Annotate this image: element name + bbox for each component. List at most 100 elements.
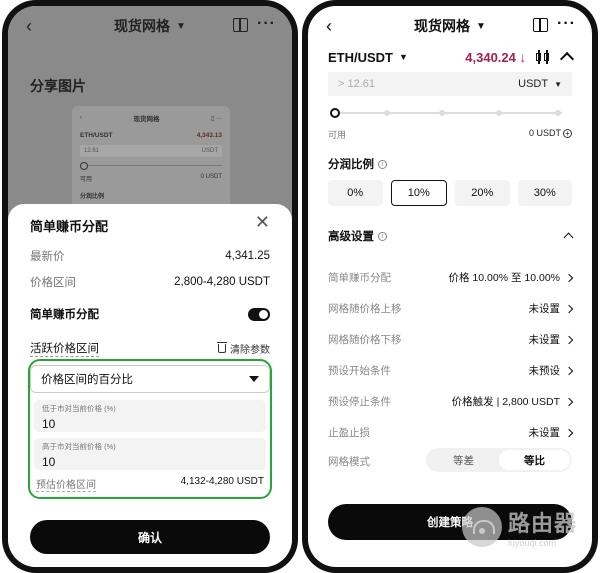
left-screen: ‹ 现货网格 ▼ ··· 分享图片 ‹ 现货网格 ▯ ··· ETH/USDT … — [8, 6, 292, 567]
unit-text: USDT — [518, 78, 549, 90]
lower-percent-label: 低于市对当前价格 (%) — [42, 404, 116, 413]
ratio-option[interactable]: 0% — [328, 180, 383, 206]
advanced-title: 高级设置 i — [328, 228, 387, 244]
latest-price-row: 最新价 4,341.25 — [30, 248, 270, 264]
active-range-label[interactable]: 活跃价格区间 — [30, 340, 99, 357]
share-image-title: 分享图片 — [30, 78, 86, 94]
back-icon[interactable]: ‹ — [326, 16, 332, 37]
back-icon[interactable]: ‹ — [26, 16, 32, 37]
chevron-right-icon — [564, 365, 572, 377]
unit-selector[interactable]: USDT ▼ — [518, 78, 562, 90]
setting-value: 未设置 — [529, 425, 573, 440]
thumb-slider — [80, 162, 222, 170]
lower-percent-field[interactable]: 低于市对当前价格 (%) 10 — [34, 400, 266, 432]
available-value-wrap: 0 USDT + — [529, 128, 572, 141]
close-icon[interactable]: ✕ — [255, 212, 270, 233]
book-icon[interactable] — [533, 18, 548, 32]
lower-percent-value: 10 — [42, 417, 56, 431]
setting-row[interactable]: 网格随价格下移 未设置 — [328, 332, 572, 347]
setting-value: 未设置 — [529, 332, 573, 347]
setting-key: 简单赚币分配 — [328, 272, 391, 284]
setting-row[interactable]: 止盈止损 未设置 — [328, 425, 572, 440]
setting-value: 价格触发 | 2,800 USDT — [452, 394, 572, 409]
chevron-right-icon — [564, 334, 572, 346]
pair-selector[interactable]: ETH/USDT ▼ — [328, 50, 408, 65]
caret-down-icon: ▼ — [554, 80, 562, 89]
thumb-more-icon: ▯ ··· — [211, 115, 222, 122]
slider-tick — [495, 110, 502, 116]
slider-knob[interactable] — [330, 108, 340, 118]
info-icon[interactable]: i — [378, 159, 387, 169]
page-title[interactable]: 现货网格 ▼ — [414, 16, 486, 36]
page-title-text: 现货网格 — [414, 18, 471, 34]
thumb-top: ‹ 现货网格 ▯ ··· — [80, 112, 222, 124]
available-row: 可用 0 USDT + — [328, 128, 572, 141]
more-icon[interactable]: ··· — [257, 15, 276, 33]
investment-input[interactable]: > 12.61 USDT ▼ — [328, 72, 572, 96]
available-value: 0 USDT — [528, 128, 561, 138]
chevron-right-icon — [564, 396, 572, 408]
chevron-up-icon[interactable] — [565, 231, 572, 241]
setting-key: 网格随价格下移 — [328, 334, 402, 346]
thumb-title: 现货网格 — [133, 116, 160, 123]
price-range-row: 价格区间 2,800-4,280 USDT — [30, 274, 270, 290]
available-label: 可用 — [328, 130, 347, 140]
setting-value-text: 未设置 — [528, 303, 561, 315]
estimated-range-row: 预估价格区间 4,132-4,280 USDT — [36, 476, 264, 492]
confirm-button[interactable]: 确认 — [30, 520, 270, 554]
setting-key: 止盈止损 — [328, 427, 370, 439]
triangle-down-icon — [249, 376, 259, 382]
clear-params-button[interactable]: 清除参数 — [217, 341, 270, 356]
book-icon[interactable] — [233, 18, 248, 32]
setting-row[interactable]: 预设停止条件 价格触发 | 2,800 USDT — [328, 394, 572, 409]
latest-price-value: 4,341.25 — [225, 250, 270, 262]
investment-placeholder: > 12.61 — [338, 78, 376, 90]
setting-key: 预设停止条件 — [328, 396, 391, 408]
simple-earn-toggle[interactable] — [248, 307, 270, 321]
ratio-option[interactable]: 10% — [390, 180, 447, 206]
grid-mode-option[interactable]: 等比 — [499, 450, 570, 470]
setting-row[interactable]: 预设开始条件 未预设 — [328, 363, 572, 378]
thumb-pair: ETH/USDT — [80, 132, 113, 139]
upper-percent-label: 高于市对当前价格 (%) — [42, 442, 116, 451]
upper-percent-field[interactable]: 高于市对当前价格 (%) 10 — [34, 438, 266, 470]
amount-slider[interactable] — [330, 108, 562, 118]
ratio-option[interactable]: 20% — [455, 180, 510, 206]
advanced-settings-header[interactable]: 高级设置 i — [328, 228, 572, 244]
info-icon[interactable]: i — [378, 231, 387, 241]
page-title[interactable]: 现货网格 ▼ — [114, 16, 186, 36]
chevron-right-icon — [564, 303, 572, 315]
profit-ratio-label: 分润比例 — [328, 159, 374, 171]
grid-mode-option[interactable]: 等差 — [428, 450, 499, 470]
active-range-row: 活跃价格区间 清除参数 — [30, 340, 270, 357]
thumb-price: 4,343.13 — [196, 132, 222, 139]
price-value: 4,340.24 — [465, 49, 516, 65]
setting-row[interactable]: 简单赚币分配 价格 10.00% 至 10.00% — [328, 270, 572, 285]
simple-earn-row: 简单赚币分配 — [30, 306, 270, 322]
pair-name: ETH/USDT — [328, 49, 393, 65]
ratio-option[interactable]: 30% — [517, 180, 572, 206]
simple-earn-label: 简单赚币分配 — [30, 309, 99, 321]
thumb-input-placeholder: 12.61 — [84, 148, 100, 154]
more-icon[interactable]: ··· — [557, 15, 576, 33]
setting-value-text: 未设置 — [528, 334, 561, 346]
thumb-input-unit: USDT — [201, 148, 218, 154]
chevron-up-icon[interactable] — [562, 50, 572, 64]
watermark-sub: luyouqi.com — [508, 538, 557, 548]
slider-tick — [384, 110, 391, 116]
caret-down-icon: ▼ — [476, 20, 486, 32]
thumb-profit-ratio: 分润比例 — [80, 194, 105, 200]
setting-value: 未设置 — [529, 301, 573, 316]
chevron-right-icon — [564, 272, 572, 284]
thumb-available-row: 可用 0 USDT — [80, 174, 222, 183]
current-price: 4,340.24 ↓ — [465, 50, 526, 65]
setting-row[interactable]: 网格随价格上移 未设置 — [328, 301, 572, 316]
clear-params-label: 清除参数 — [230, 345, 270, 356]
thumb-input: 12.61 USDT — [80, 145, 222, 157]
add-circle-icon[interactable]: + — [563, 129, 572, 138]
candlestick-icon[interactable] — [536, 50, 550, 64]
setting-value: 未预设 — [529, 363, 573, 378]
thumb-pair-row: ETH/USDT 4,343.13 — [80, 132, 222, 139]
left-phone-frame: ‹ 现货网格 ▼ ··· 分享图片 ‹ 现货网格 ▯ ··· ETH/USDT … — [2, 0, 298, 573]
range-mode-select[interactable]: 价格区间的百分比 — [30, 365, 270, 393]
